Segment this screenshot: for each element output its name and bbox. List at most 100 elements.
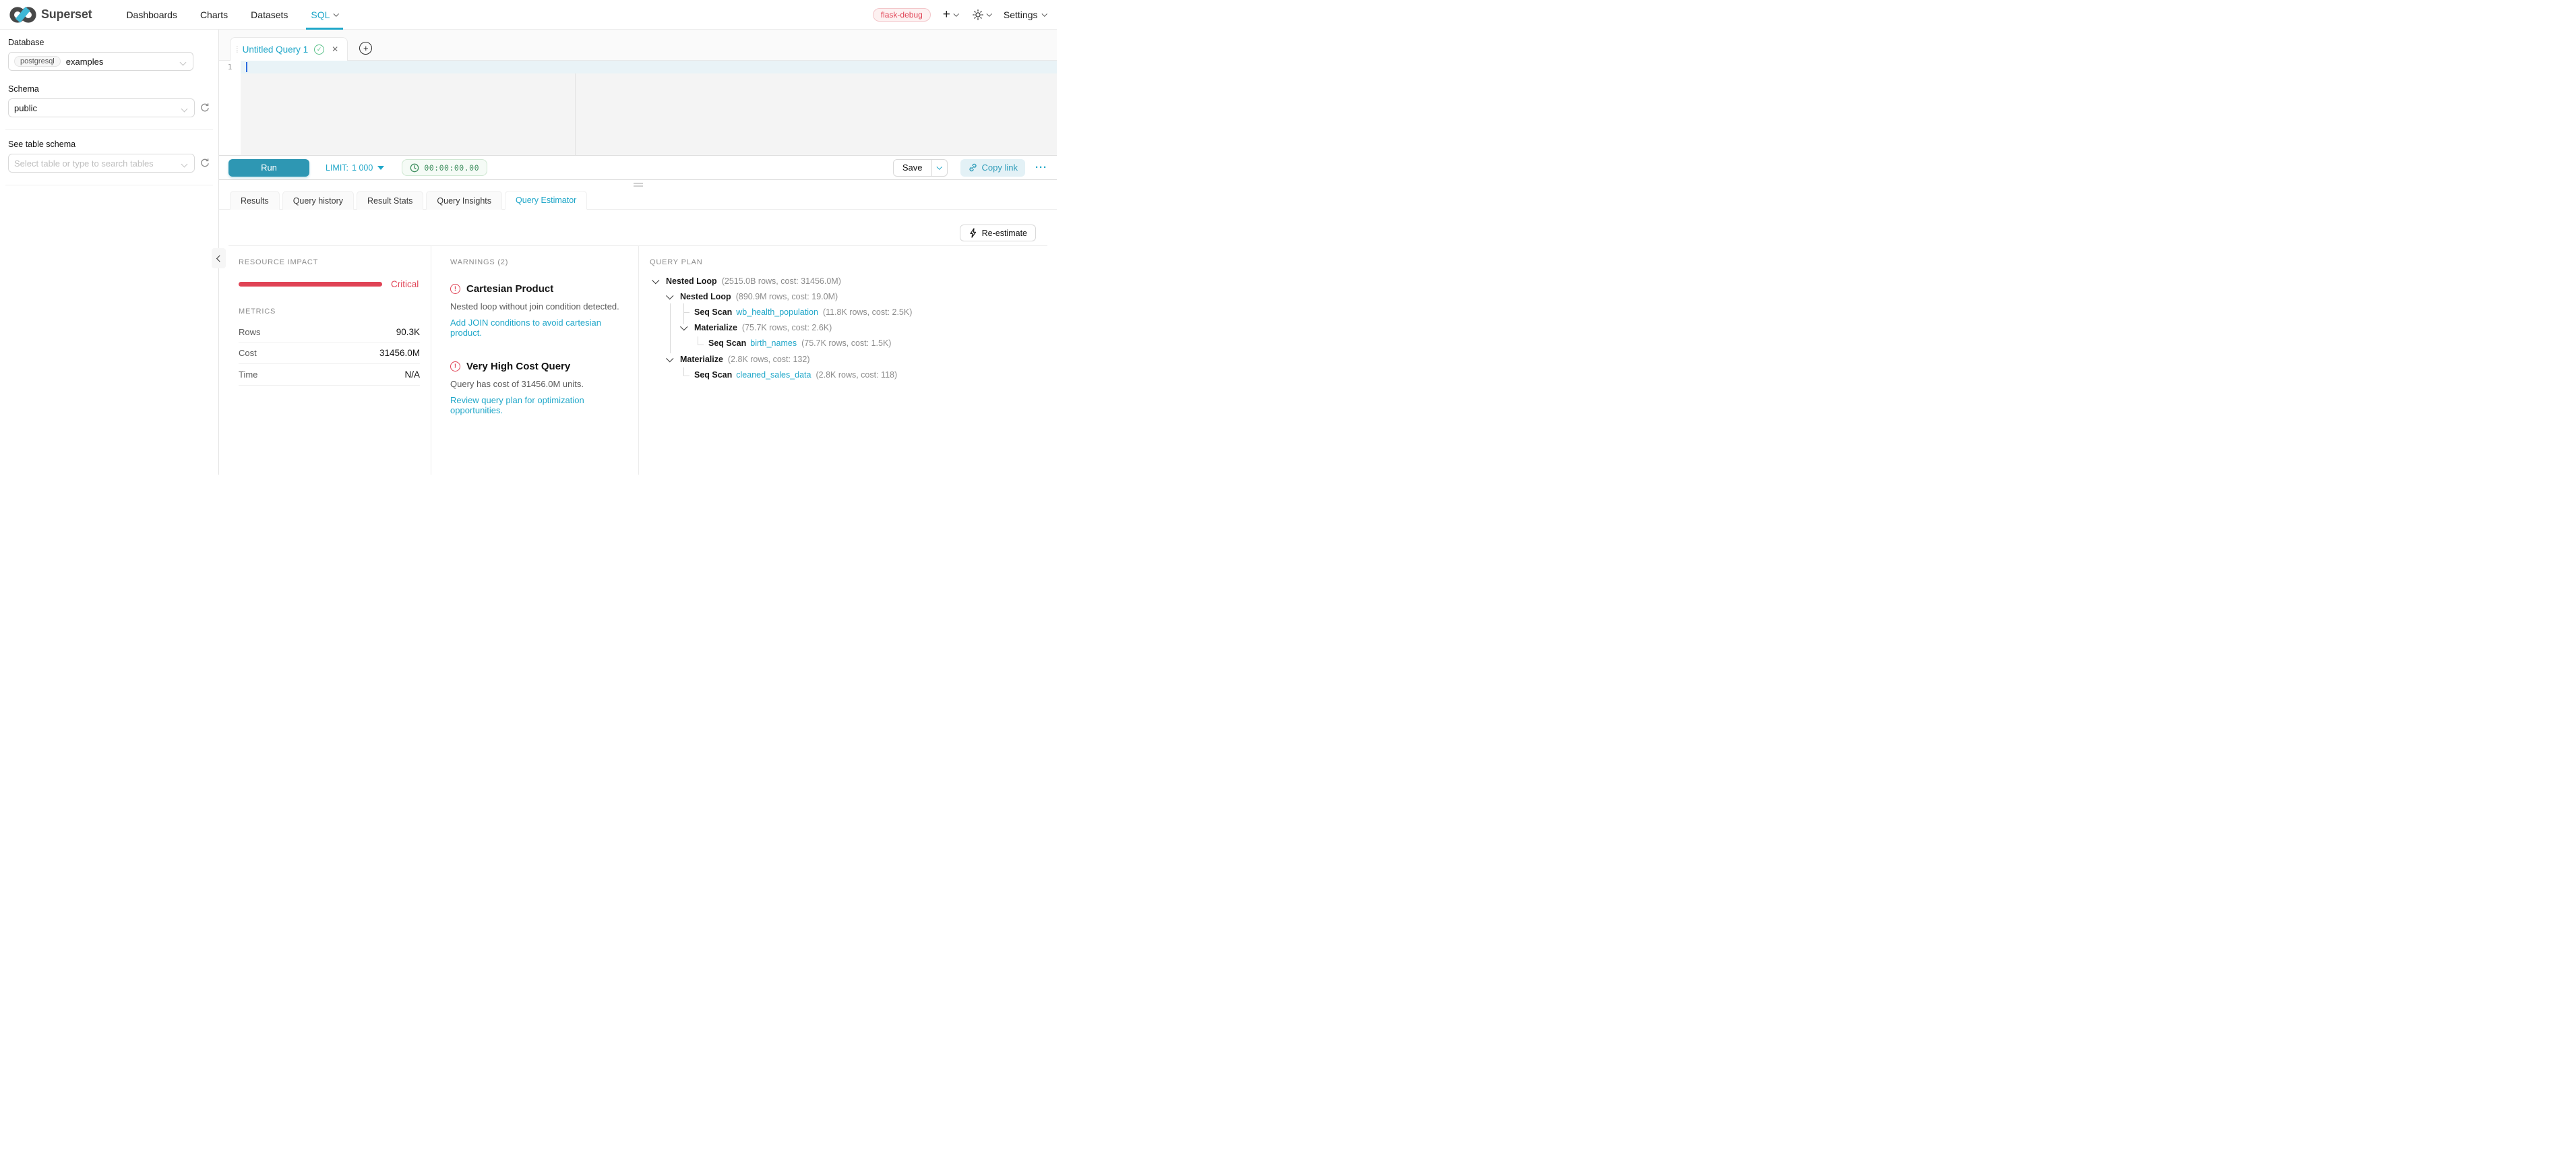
nav-item[interactable]: SQL — [299, 0, 350, 30]
superset-sql-lab: Superset Dashboards Charts Datasets SQL … — [0, 0, 1057, 475]
query-tab-title: Untitled Query 1 — [243, 44, 309, 55]
warnings-column: WARNINGS (2) ! Cartesian Product Nested … — [431, 246, 639, 475]
expand-chevron-icon[interactable] — [666, 292, 673, 299]
result-tab[interactable]: Query history — [282, 191, 354, 210]
query-tab[interactable]: ⁞ Untitled Query 1 ✓ ✕ — [230, 37, 348, 61]
sql-code-editor[interactable]: 1 — [219, 61, 1057, 156]
environment-badge: flask-debug — [873, 8, 931, 22]
plan-table-link[interactable]: birth_names — [750, 338, 797, 348]
nav-item[interactable]: Dashboards — [115, 0, 189, 30]
tree-branch-elbow — [683, 367, 689, 376]
timer-value: 00:00:00.00 — [424, 163, 479, 173]
database-label: Database — [8, 38, 210, 47]
new-query-tab-button[interactable]: + — [359, 42, 372, 55]
warnings-list: ! Cartesian Product Nested loop without … — [450, 283, 625, 415]
plan-node: Seq Scan wb_health_population (11.8K row… — [650, 304, 1057, 320]
plan-table-link[interactable]: wb_health_population — [736, 307, 818, 317]
warning-suggestion-link[interactable]: Add JOIN conditions to avoid cartesian p… — [450, 318, 625, 338]
table-schema-label: See table schema — [8, 140, 210, 149]
query-plan-column: QUERY PLAN — [639, 246, 1057, 475]
sidebar-divider — [5, 129, 213, 130]
limit-dropdown[interactable]: LIMIT: 1 000 — [326, 163, 384, 173]
sql-editor-main: ⁞ Untitled Query 1 ✓ ✕ + 1 — [219, 30, 1057, 475]
warning-suggestion-link[interactable]: Review query plan for optimization oppor… — [450, 395, 625, 415]
database-value: examples — [66, 57, 104, 67]
primary-nav: Dashboards Charts Datasets SQL — [115, 0, 350, 30]
impact-indicator: Critical — [239, 279, 420, 289]
new-item-menu[interactable]: + — [940, 8, 961, 21]
theme-menu[interactable] — [970, 9, 994, 20]
metric-row: Time N/A — [239, 364, 420, 386]
superset-logo[interactable]: Superset — [9, 5, 92, 24]
navbar-right: flask-debug + Settings — [873, 8, 1046, 22]
result-tab[interactable]: Result Stats — [357, 191, 423, 210]
copy-link-button[interactable]: Copy link — [960, 159, 1025, 177]
settings-menu[interactable]: Settings — [1004, 9, 1046, 20]
exclamation-circle-icon: ! — [450, 361, 460, 372]
warnings-title: WARNINGS (2) — [450, 258, 625, 266]
schema-label: Schema — [8, 84, 210, 94]
limit-label: LIMIT: — [326, 163, 348, 173]
link-icon — [968, 162, 978, 173]
saved-check-icon: ✓ — [314, 44, 324, 55]
clock-icon — [410, 163, 419, 173]
close-tab-icon[interactable]: ✕ — [332, 44, 338, 54]
run-button[interactable]: Run — [228, 159, 309, 177]
table-select-placeholder: Select table or type to search tables — [14, 158, 154, 169]
plan-node: Nested Loop (2515.0B rows, cost: 31456.0… — [650, 273, 1057, 289]
save-options-button[interactable] — [932, 159, 948, 177]
chevron-down-icon — [181, 106, 188, 113]
brand-name: Superset — [41, 7, 92, 22]
metrics-title: METRICS — [239, 307, 420, 316]
sql-code-line — [247, 62, 291, 88]
caret-down-icon — [377, 166, 384, 170]
nav-item[interactable]: Charts — [189, 0, 239, 30]
plan-node: Seq Scan birth_names (75.7K rows, cost: … — [650, 336, 1057, 351]
schema-select[interactable]: public — [8, 98, 195, 117]
drag-handle-icon[interactable]: ⁞ — [236, 44, 238, 55]
refresh-tables-icon[interactable] — [200, 158, 210, 169]
database-select[interactable]: postgresql examples — [8, 52, 193, 71]
expand-chevron-icon[interactable] — [652, 276, 659, 284]
metrics-table: Rows 90.3K Cost 31456.0M Time N/A — [239, 322, 420, 386]
result-tab[interactable]: Query Insights — [426, 191, 502, 210]
tree-branch-tick — [684, 312, 689, 313]
plan-node: Materialize (2.8K rows, cost: 132) — [650, 351, 1057, 367]
more-actions-button[interactable]: ··· — [1035, 162, 1047, 173]
collapse-panel-button[interactable] — [212, 248, 226, 268]
editor-gutter: 1 — [219, 61, 241, 155]
impact-level-label: Critical — [391, 279, 419, 289]
chevron-down-icon — [1041, 11, 1047, 16]
plan-table-link[interactable]: cleaned_sales_data — [736, 370, 811, 380]
tree-branch-elbow — [698, 336, 704, 345]
active-line-highlight — [241, 61, 1057, 73]
print-margin-line — [575, 61, 576, 155]
table-select[interactable]: Select table or type to search tables — [8, 154, 195, 173]
expand-chevron-icon[interactable] — [666, 355, 673, 362]
refresh-schemas-icon[interactable] — [200, 102, 210, 113]
query-estimator-panel: Re-estimate RESOURCE IMPACT Critical MET… — [219, 210, 1057, 475]
result-tab[interactable]: Results — [230, 191, 280, 210]
exclamation-circle-icon: ! — [450, 284, 460, 294]
warning-item: ! Very High Cost Query Query has cost of… — [450, 361, 625, 415]
save-button[interactable]: Save — [893, 159, 932, 177]
plan-node: Seq Scan cleaned_sales_data (2.8K rows, … — [650, 367, 1057, 382]
resize-gripper[interactable] — [634, 183, 643, 188]
superset-infinity-icon — [9, 5, 36, 24]
line-number: 1 — [228, 63, 233, 71]
south-pane-tabs: Results Query history Result Stats Query… — [219, 191, 1057, 210]
save-split-button: Save — [893, 159, 948, 177]
chevron-down-icon — [937, 164, 942, 169]
chevron-down-icon — [954, 11, 959, 16]
result-tab[interactable]: Query Estimator — [505, 191, 587, 210]
resource-impact-title: RESOURCE IMPACT — [239, 258, 420, 266]
expand-chevron-icon[interactable] — [680, 323, 687, 330]
nav-item[interactable]: Datasets — [239, 0, 299, 30]
plan-node: Nested Loop (890.9M rows, cost: 19.0M) — [650, 289, 1057, 304]
query-timer: 00:00:00.00 — [402, 159, 487, 176]
lightning-bolt-icon — [969, 228, 977, 238]
sql-lab-left-panel: Database postgresql examples Schema publ… — [0, 30, 219, 475]
chevron-left-icon — [216, 255, 223, 262]
reestimate-button[interactable]: Re-estimate — [960, 225, 1036, 241]
query-plan-title: QUERY PLAN — [650, 258, 1057, 266]
